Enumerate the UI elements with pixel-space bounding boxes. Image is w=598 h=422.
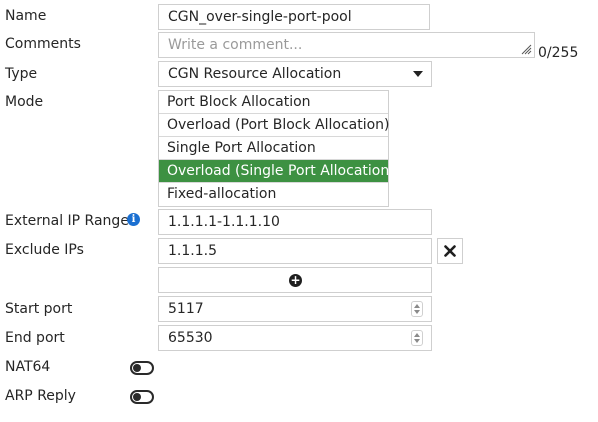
mode-option[interactable]: Single Port Allocation xyxy=(159,137,388,160)
comments-textarea[interactable]: Write a comment... xyxy=(158,32,535,58)
type-select-value: CGN Resource Allocation xyxy=(168,66,342,82)
name-input-value: CGN_over-single-port-pool xyxy=(168,9,352,25)
close-icon xyxy=(444,245,456,257)
start-port-value: 5117 xyxy=(168,301,204,317)
comments-char-counter: 0/255 xyxy=(538,45,579,61)
external-ip-range-value: 1.1.1.1-1.1.1.10 xyxy=(168,214,280,230)
mode-option[interactable]: Port Block Allocation xyxy=(159,91,388,114)
add-exclude-ip-button[interactable]: + xyxy=(158,267,432,293)
arp-reply-toggle[interactable] xyxy=(130,390,154,404)
remove-exclude-ip-button[interactable] xyxy=(437,238,463,264)
exclude-ips-label: Exclude IPs xyxy=(5,242,84,258)
external-ip-range-label: External IP Range xyxy=(5,213,129,229)
caret-down-icon xyxy=(413,71,423,77)
nat64-toggle[interactable] xyxy=(130,361,154,375)
start-port-input[interactable]: 5117 xyxy=(158,296,432,322)
toggle-knob xyxy=(133,393,141,401)
mode-option[interactable]: Overload (Port Block Allocation) xyxy=(159,114,390,137)
end-port-label: End port xyxy=(5,330,65,346)
type-select[interactable]: CGN Resource Allocation xyxy=(158,61,432,87)
spinner-icon[interactable] xyxy=(411,301,423,317)
info-icon[interactable]: i xyxy=(127,213,140,226)
name-input[interactable]: CGN_over-single-port-pool xyxy=(158,4,430,30)
spinner-icon[interactable] xyxy=(411,330,423,346)
mode-label: Mode xyxy=(5,94,44,110)
nat64-label: NAT64 xyxy=(5,359,51,375)
resize-grip-icon[interactable] xyxy=(520,43,532,55)
external-ip-range-input[interactable]: 1.1.1.1-1.1.1.10 xyxy=(158,209,432,235)
mode-option-selected[interactable]: Overload (Single Port Allocation) xyxy=(159,160,395,183)
type-label: Type xyxy=(5,66,38,82)
toggle-knob xyxy=(133,364,141,372)
name-label: Name xyxy=(5,8,47,24)
comments-label: Comments xyxy=(5,36,81,52)
plus-circle-icon: + xyxy=(289,273,302,287)
start-port-label: Start port xyxy=(5,301,73,317)
arp-reply-label: ARP Reply xyxy=(5,388,76,404)
exclude-ip-input[interactable]: 1.1.1.5 xyxy=(158,238,432,264)
end-port-input[interactable]: 65530 xyxy=(158,325,432,351)
mode-option[interactable]: Fixed-allocation xyxy=(159,183,388,206)
end-port-value: 65530 xyxy=(168,330,213,346)
comments-placeholder: Write a comment... xyxy=(168,37,303,53)
exclude-ip-value: 1.1.1.5 xyxy=(168,243,217,259)
mode-option-list: Port Block Allocation Overload (Port Blo… xyxy=(158,90,395,207)
